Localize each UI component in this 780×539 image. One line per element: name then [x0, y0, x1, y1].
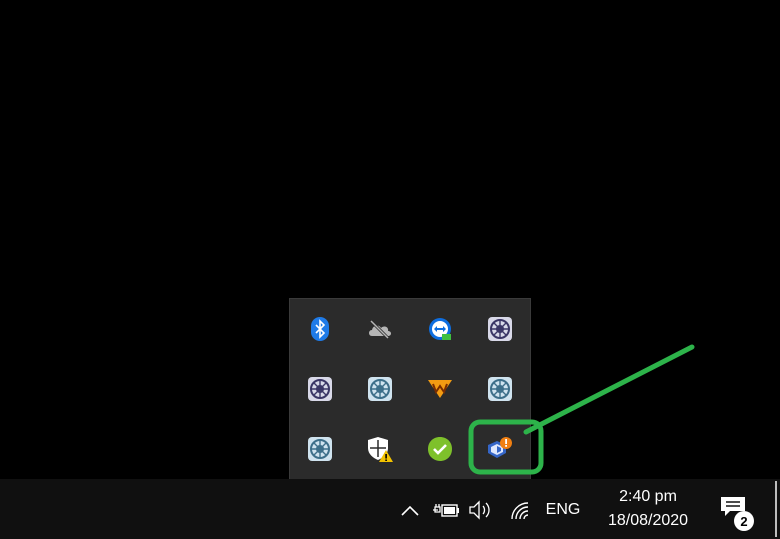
- wifi-button[interactable]: [505, 496, 535, 524]
- tray-item-network-app-4[interactable]: [470, 359, 530, 419]
- chevron-up-icon: [401, 505, 419, 516]
- network-app-icon: [488, 317, 512, 341]
- system-tray-overflow-flyout: [289, 298, 531, 479]
- shield-alert-app-icon: [488, 437, 512, 458]
- tray-item-check-app[interactable]: [410, 419, 470, 479]
- network-app-icon: [368, 377, 392, 401]
- tray-item-network-app-1[interactable]: [470, 299, 530, 359]
- windows-security-warning-icon: [368, 437, 393, 462]
- volume-button[interactable]: [466, 496, 496, 524]
- clock-date: 18/08/2020: [607, 512, 689, 529]
- tray-item-archive-app[interactable]: [410, 359, 470, 419]
- tray-item-network-app-2[interactable]: [290, 359, 350, 419]
- tray-item-onedrive[interactable]: [350, 299, 410, 359]
- clock-button[interactable]: 2:40 pm 18/08/2020: [592, 484, 704, 534]
- bluetooth-icon: [311, 317, 329, 341]
- network-app-icon: [488, 377, 512, 401]
- tray-icon-grid: [290, 299, 530, 479]
- show-hidden-icons-button[interactable]: [396, 496, 424, 524]
- tray-item-teamviewer[interactable]: [410, 299, 470, 359]
- tray-item-network-app-3[interactable]: [350, 359, 410, 419]
- notification-count-badge: 2: [734, 511, 754, 531]
- onedrive-offline-icon: [369, 319, 391, 339]
- wifi-icon: [511, 502, 529, 520]
- teamviewer-icon: [429, 318, 451, 340]
- input-language-button[interactable]: ENG: [541, 496, 585, 524]
- tray-item-shield-alert-app[interactable]: [470, 419, 530, 479]
- battery-button[interactable]: [431, 496, 461, 524]
- tray-item-network-app-5[interactable]: [290, 419, 350, 479]
- winrar-like-icon: [428, 380, 452, 398]
- clock-time: 2:40 pm: [619, 488, 677, 505]
- show-desktop-edge[interactable]: [775, 481, 777, 537]
- tray-item-windows-security[interactable]: [350, 419, 410, 479]
- speaker-icon: [469, 500, 490, 520]
- green-check-app-icon: [428, 437, 452, 461]
- tray-item-bluetooth[interactable]: [290, 299, 350, 359]
- battery-charging-icon: [433, 504, 459, 517]
- network-app-icon: [308, 377, 332, 401]
- network-app-icon: [308, 437, 332, 461]
